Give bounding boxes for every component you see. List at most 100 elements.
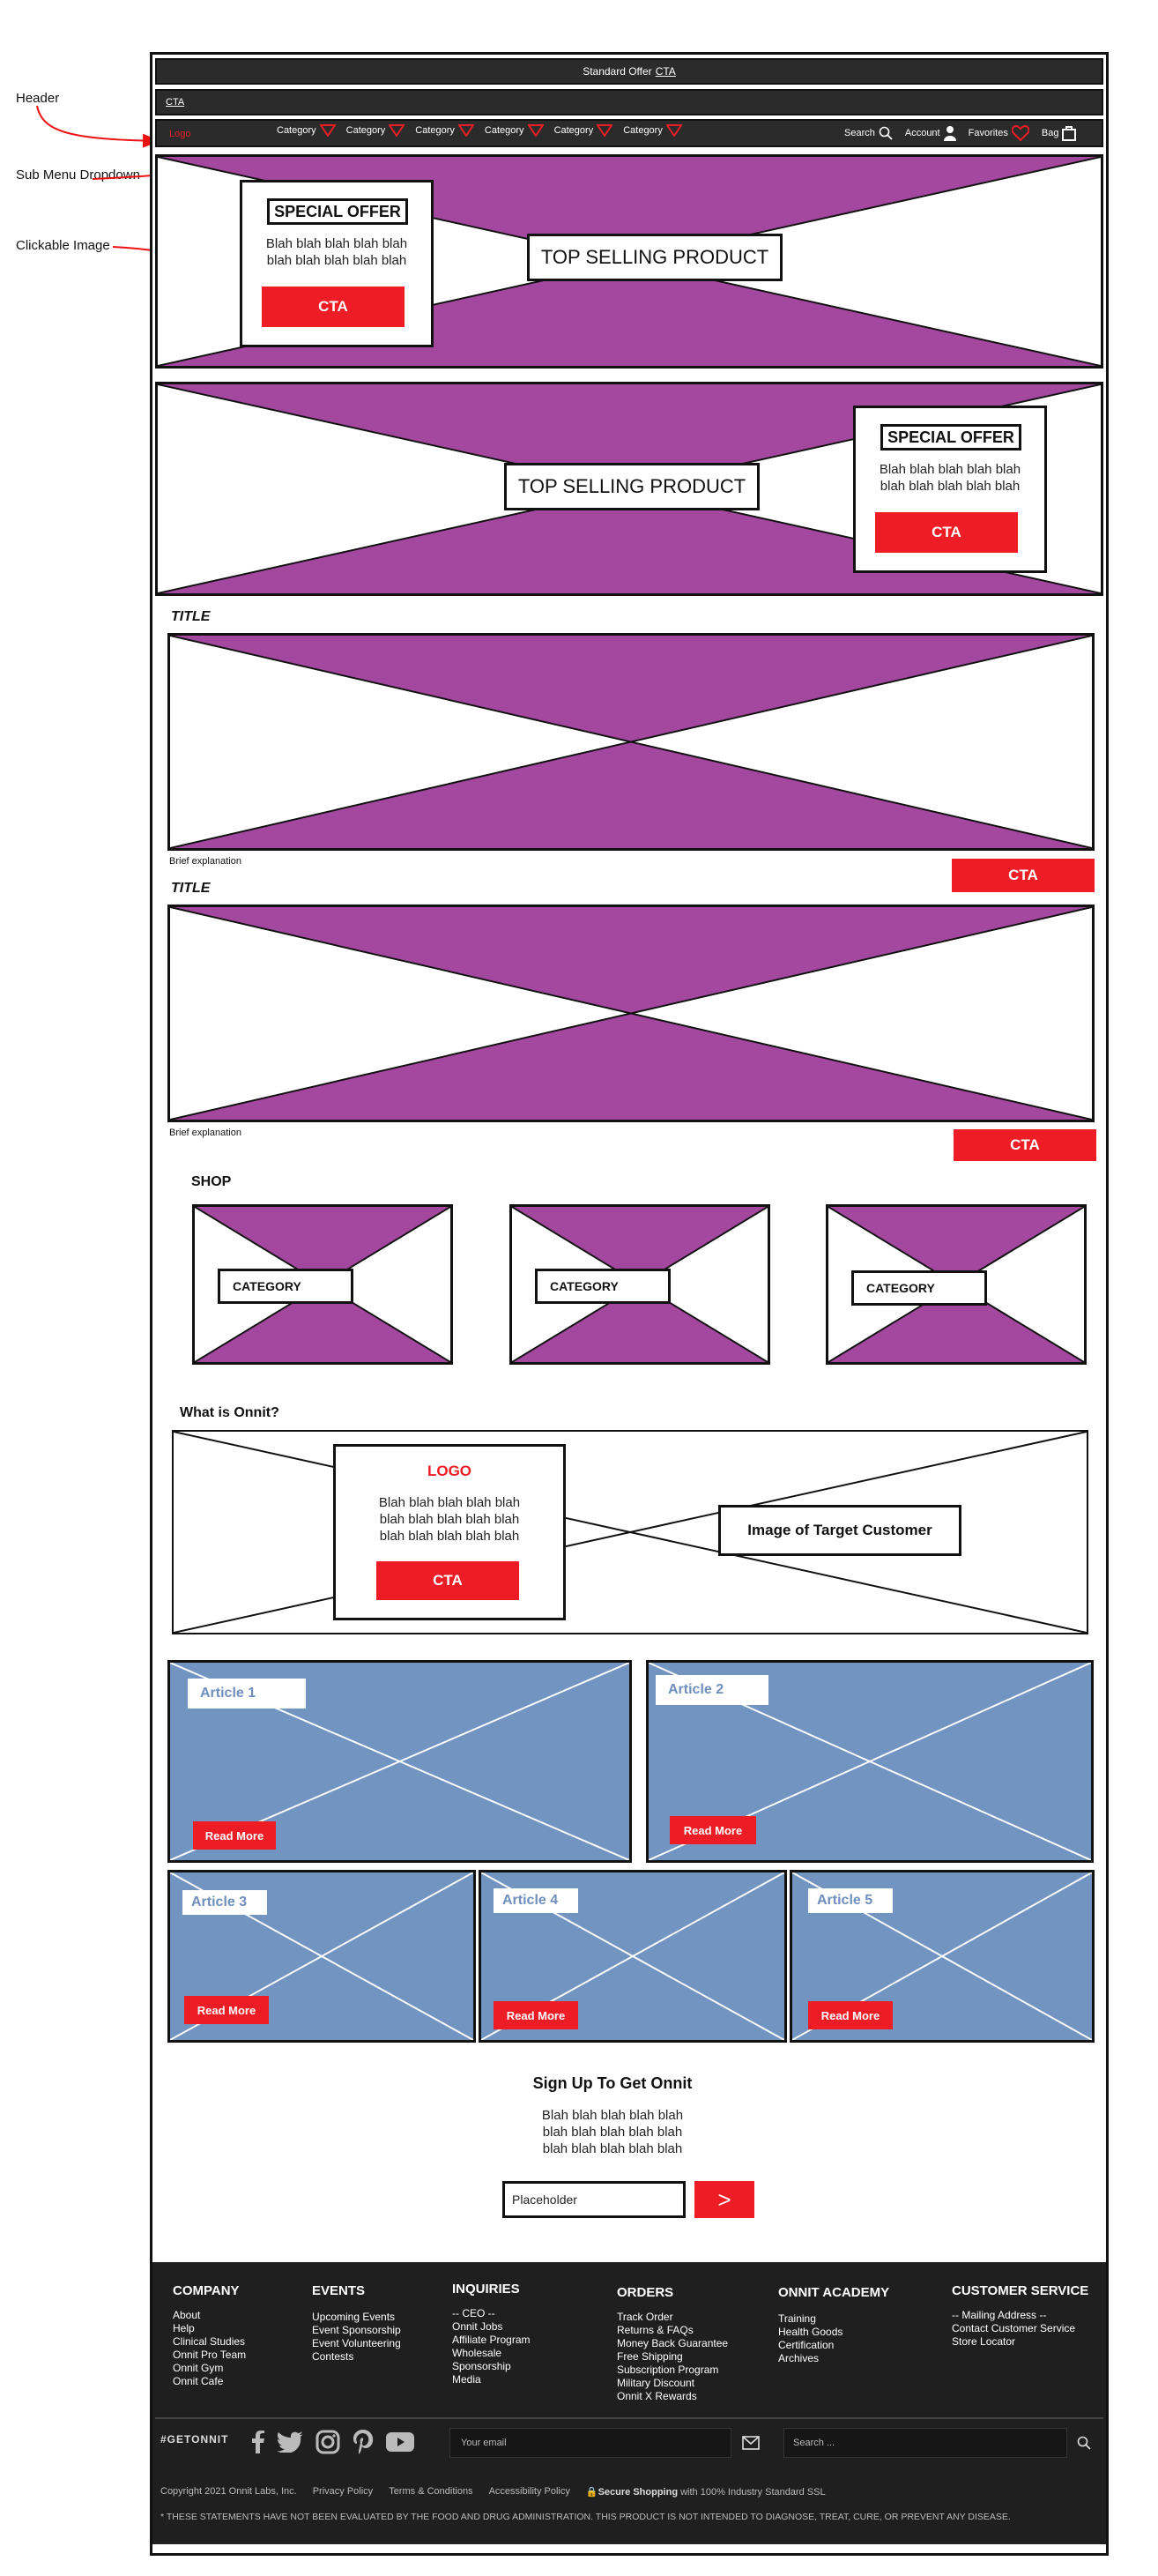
feature-2-cta-button[interactable]: CTA — [954, 1129, 1096, 1161]
read-more-button[interactable]: Read More — [494, 2001, 578, 2029]
footer-link[interactable]: Certification — [778, 2339, 889, 2352]
read-more-button[interactable]: Read More — [184, 1996, 269, 2024]
footer-link[interactable]: -- Mailing Address -- — [952, 2309, 1088, 2322]
footer-link[interactable]: Returns & FAQs — [617, 2324, 728, 2337]
instagram-icon[interactable] — [315, 2430, 340, 2454]
footer-link[interactable]: Onnit Cafe — [173, 2375, 246, 2388]
footer-link[interactable]: Onnit Jobs — [452, 2320, 530, 2334]
nav-category-2[interactable]: Category — [346, 124, 405, 137]
footer-link[interactable]: Affiliate Program — [452, 2334, 530, 2347]
category-label: CATEGORY — [535, 1269, 671, 1304]
footer-link[interactable]: Media — [452, 2373, 530, 2386]
footer-search-input[interactable]: Search ... — [783, 2428, 1067, 2458]
footer-link[interactable]: Subscription Program — [617, 2364, 728, 2377]
privacy-policy-link[interactable]: Privacy Policy — [313, 2486, 373, 2498]
nav-categories: Category Category Category Category Cate… — [277, 124, 682, 137]
pinterest-icon[interactable] — [353, 2430, 374, 2454]
nav-account[interactable]: Account — [905, 125, 956, 141]
feature-2-image[interactable] — [167, 905, 1095, 1122]
signup-body: Blah blah blah blah blah blah blah blah … — [507, 2107, 718, 2157]
facebook-icon[interactable] — [252, 2431, 264, 2453]
feature-1-title: TITLE — [171, 609, 211, 624]
footer-links: -- Mailing Address -- Contact Customer S… — [952, 2309, 1088, 2349]
feature-1-image[interactable] — [167, 633, 1095, 851]
about-cta-button[interactable]: CTA — [376, 1561, 519, 1600]
footer-link[interactable]: Upcoming Events — [312, 2311, 401, 2324]
article-title: Article 3 — [182, 1890, 267, 1915]
read-more-button[interactable]: Read More — [193, 1821, 276, 1850]
twitter-icon[interactable] — [277, 2431, 303, 2453]
footer-link[interactable]: Wholesale — [452, 2347, 530, 2360]
footer-col-events: EVENTS Upcoming Events Event Sponsorship… — [312, 2283, 401, 2364]
mail-icon[interactable] — [742, 2436, 760, 2450]
nav-favorites[interactable]: Favorites — [969, 125, 1029, 141]
nav-logo[interactable]: Logo — [169, 129, 190, 139]
footer-links: About Help Clinical Studies Onnit Pro Te… — [173, 2309, 246, 2388]
nav-category-1[interactable]: Category — [277, 124, 336, 137]
footer-link[interactable]: Archives — [778, 2352, 889, 2365]
footer-heading: ORDERS — [617, 2285, 674, 2300]
footer-link[interactable]: Clinical Studies — [173, 2335, 246, 2349]
search-icon — [879, 126, 893, 140]
read-more-button[interactable]: Read More — [808, 2001, 893, 2029]
footer-link[interactable]: Help — [173, 2322, 246, 2335]
shop-category-tile-1[interactable]: CATEGORY — [192, 1204, 453, 1365]
footer-email-input[interactable]: Your email — [449, 2428, 731, 2458]
offer-body-line: blah blah blah blah blah — [880, 479, 1021, 494]
footer-link[interactable]: Training — [778, 2312, 889, 2326]
footer-link[interactable]: Store Locator — [952, 2335, 1088, 2349]
article-card-3[interactable]: Article 3 Read More — [167, 1870, 476, 2043]
signup-submit-button[interactable]: > — [694, 2181, 754, 2218]
nav-category-4[interactable]: Category — [485, 124, 544, 137]
article-card-2[interactable]: Article 2 Read More — [646, 1660, 1094, 1863]
hero-2-cta-button[interactable]: CTA — [875, 512, 1018, 553]
nav-category-5[interactable]: Category — [554, 124, 613, 137]
footer-link[interactable]: Onnit Pro Team — [173, 2349, 246, 2362]
footer-link[interactable]: -- CEO -- — [452, 2307, 530, 2320]
read-more-button[interactable]: Read More — [670, 1816, 756, 1844]
footer-link[interactable]: Contact Customer Service — [952, 2322, 1088, 2335]
secondary-cta-link[interactable]: CTA — [166, 97, 184, 108]
footer-link[interactable]: Onnit Gym — [173, 2362, 246, 2375]
promo-bar: Standard Offer CTA — [155, 58, 1103, 85]
article-card-4[interactable]: Article 4 Read More — [479, 1870, 787, 2043]
shop-category-tile-3[interactable]: CATEGORY — [826, 1204, 1087, 1365]
article-card-1[interactable]: Article 1 Read More — [167, 1660, 632, 1863]
about-body-line: Blah blah blah blah blah — [378, 1495, 521, 1510]
signup-email-input[interactable]: Placeholder — [502, 2181, 686, 2218]
target-customer-label: Image of Target Customer — [718, 1505, 961, 1556]
offer-title: SPECIAL OFFER — [267, 198, 408, 225]
promo-cta-link[interactable]: CTA — [656, 65, 676, 78]
nav-category-6[interactable]: Category — [623, 124, 682, 137]
nav-search[interactable]: Search — [844, 126, 893, 140]
dropdown-triangle-icon — [597, 124, 613, 137]
hero-1-cta-button[interactable]: CTA — [262, 287, 405, 327]
nav-category-label: Category — [277, 125, 316, 136]
footer-link[interactable]: Military Discount — [617, 2377, 728, 2390]
feature-1-cta-button[interactable]: CTA — [952, 859, 1095, 892]
footer-link[interactable]: Health Goods — [778, 2326, 889, 2339]
footer-link[interactable]: Sponsorship — [452, 2360, 530, 2373]
footer-link[interactable]: About — [173, 2309, 246, 2322]
heart-icon — [1011, 125, 1029, 141]
youtube-icon[interactable] — [386, 2431, 414, 2453]
accessibility-link[interactable]: Accessibility Policy — [489, 2486, 570, 2498]
footer-link[interactable]: Event Volunteering — [312, 2337, 401, 2350]
search-icon[interactable] — [1077, 2436, 1091, 2450]
footer-link[interactable]: Money Back Guarantee — [617, 2337, 728, 2350]
footer-link[interactable]: Event Sponsorship — [312, 2324, 401, 2337]
nav-category-3[interactable]: Category — [415, 124, 474, 137]
article-card-5[interactable]: Article 5 Read More — [790, 1870, 1095, 2043]
footer-col-customer-service: CUSTOMER SERVICE -- Mailing Address -- C… — [952, 2283, 1088, 2349]
terms-link[interactable]: Terms & Conditions — [389, 2486, 472, 2498]
footer-heading: ONNIT ACADEMY — [778, 2285, 890, 2300]
dropdown-triangle-icon — [389, 124, 405, 137]
footer-link[interactable]: Track Order — [617, 2311, 728, 2324]
footer-heading: INQUIRIES — [452, 2282, 520, 2297]
footer-link[interactable]: Free Shipping — [617, 2350, 728, 2364]
footer-link[interactable]: Onnit X Rewards — [617, 2390, 728, 2403]
nav-bag[interactable]: Bag — [1042, 125, 1077, 141]
footer-link[interactable]: Contests — [312, 2350, 401, 2364]
offer-body: Blah blah blah blah blah blah blah blah … — [251, 235, 422, 269]
shop-category-tile-2[interactable]: CATEGORY — [509, 1204, 770, 1365]
